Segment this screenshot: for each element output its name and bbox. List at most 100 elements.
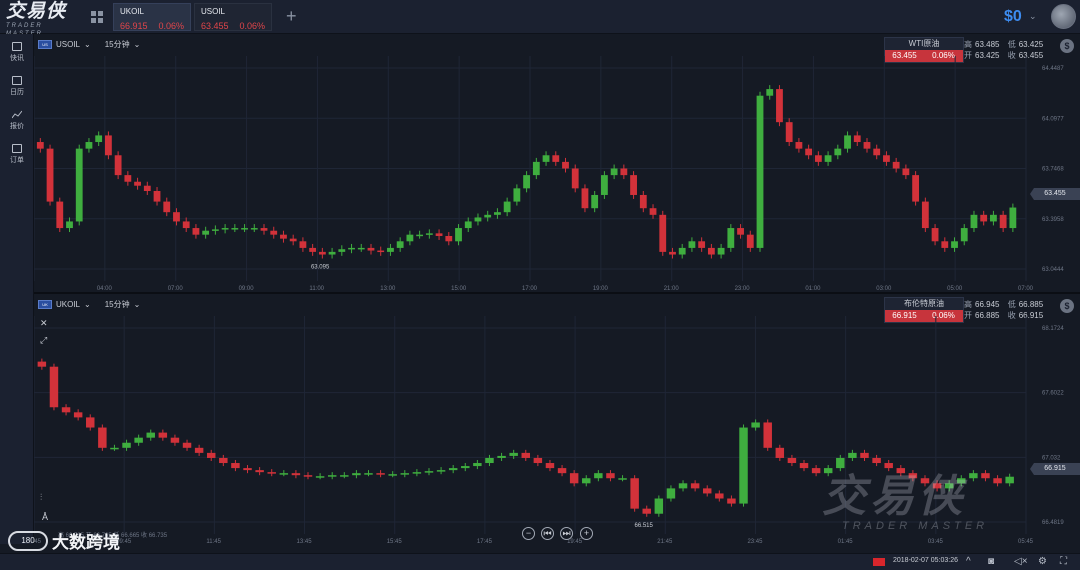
candle-body <box>960 228 968 242</box>
camera-icon[interactable]: ◙ <box>988 556 994 567</box>
fullscreen-icon[interactable]: ⛶ <box>1060 556 1067 567</box>
candle-body <box>775 447 785 458</box>
candle-body <box>951 241 958 248</box>
mute-icon[interactable]: ◁× <box>1014 556 1028 567</box>
candle-body <box>834 148 842 156</box>
candle-body <box>542 155 550 162</box>
candle-body <box>73 412 83 418</box>
y-tick-label: 63.3958 <box>1042 217 1064 223</box>
calendar-icon <box>12 76 22 85</box>
candle-body <box>552 155 560 162</box>
candle-body <box>367 247 375 251</box>
candle-body <box>571 168 579 189</box>
candle-body <box>649 208 657 215</box>
x-tick-label: 01:45 <box>838 539 854 545</box>
y-tick-label: 66.4819 <box>1042 520 1064 526</box>
candle-body <box>85 142 93 149</box>
zoom-in-button[interactable]: + <box>580 527 593 540</box>
candle-body <box>509 452 518 456</box>
candle-body <box>594 473 603 479</box>
candle-body <box>445 236 453 242</box>
tab-ukoil[interactable]: UKOIL 66.915 0.06% <box>113 3 191 31</box>
chevron-down-icon[interactable]: ⌄ <box>1029 11 1037 22</box>
current-price-tag: 63.455 <box>1030 188 1080 200</box>
tab-price: 63.455 <box>201 21 229 31</box>
candle-body <box>618 478 627 480</box>
x-tick-label: 15:45 <box>387 539 403 545</box>
candle-body <box>163 201 171 213</box>
chart-panel-usoil[interactable]: US USOIL ⌄ 15分钟 ⌄ WTI原油 63.455 0.06% 高 63.… <box>34 34 1080 292</box>
avatar[interactable] <box>1051 4 1076 29</box>
candle-body <box>221 228 229 230</box>
candle-body <box>591 194 599 209</box>
candle-body <box>642 508 651 514</box>
candle-body <box>557 468 567 474</box>
sidebar-item-calendar[interactable]: 日历 <box>0 76 34 97</box>
candle-body <box>836 457 845 469</box>
candle-body <box>863 142 871 149</box>
candle-body <box>630 478 639 509</box>
candle-body <box>134 181 141 186</box>
candle-body <box>941 241 949 248</box>
candle-body <box>727 228 735 248</box>
candle-body <box>114 155 122 176</box>
candle-body <box>776 89 783 123</box>
candle-body <box>122 442 131 448</box>
news-icon <box>12 42 22 51</box>
candle-body <box>766 89 774 96</box>
candle-body <box>255 470 264 473</box>
candle-body <box>497 455 506 458</box>
grid-menu-icon[interactable] <box>91 11 103 23</box>
x-tick-label: 17:45 <box>477 539 493 545</box>
sidebar-item-quotes[interactable]: 报价 <box>0 110 34 131</box>
skip-forward-button[interactable]: ⏭ <box>560 527 573 540</box>
tab-symbol: UKOIL <box>120 7 145 16</box>
sidebar-item-orders[interactable]: 订单 <box>0 144 34 165</box>
candle-body <box>884 463 893 469</box>
candle-body <box>192 228 200 235</box>
balance-display[interactable]: $0 <box>1004 8 1022 26</box>
add-tab-button[interactable]: + <box>286 6 297 26</box>
candle-body <box>98 427 107 448</box>
candle-body <box>666 488 676 499</box>
candle-body <box>352 473 361 476</box>
candle-body <box>36 142 44 149</box>
candle-body <box>513 188 521 202</box>
y-tick-label: 63.0444 <box>1042 267 1064 273</box>
sidebar-item-label: 订单 <box>10 157 24 164</box>
candle-body <box>289 238 297 242</box>
candle-body <box>698 241 706 248</box>
tab-usoil[interactable]: USOIL 63.455 0.06% <box>194 3 272 31</box>
settings-gear-icon[interactable]: ⚙ <box>1038 556 1047 567</box>
candle-body <box>690 483 700 489</box>
candle-body <box>485 457 494 464</box>
candle-body <box>824 155 832 162</box>
skip-back-button[interactable]: ⏮ <box>541 527 554 540</box>
candle-body <box>37 361 47 367</box>
candle-body <box>787 457 797 464</box>
candle-body <box>270 230 278 235</box>
candle-body <box>211 229 219 231</box>
candle-body <box>811 468 821 474</box>
candle-body <box>860 452 869 458</box>
candle-body <box>340 475 349 477</box>
app-logo[interactable]: 交易侠 TRADER MASTER <box>6 2 82 38</box>
dashu-watermark: 180 大数跨境 <box>8 528 120 553</box>
candle-body <box>464 221 472 229</box>
candlestick-chart-usoil[interactable]: 64.448764.097763.746863.395863.04440004:… <box>34 34 1080 292</box>
watermark-left-text: 大数跨境 <box>52 533 120 552</box>
candle-body <box>416 234 424 237</box>
trader-master-watermark: 交易侠 TRADER MASTER <box>822 474 988 533</box>
candle-body <box>844 135 851 149</box>
candle-body <box>110 447 119 450</box>
chevron-up-icon[interactable]: ^ <box>966 556 971 567</box>
candle-body <box>715 493 724 499</box>
candle-body <box>980 214 988 222</box>
zoom-out-button[interactable]: − <box>522 527 535 540</box>
candle-body <box>376 473 385 475</box>
candle-body <box>532 161 540 176</box>
sidebar-item-news[interactable]: 快讯 <box>0 42 34 63</box>
min-price-marker: 63.095 <box>311 265 330 271</box>
candle-body <box>243 468 252 471</box>
candle-body <box>318 251 326 255</box>
